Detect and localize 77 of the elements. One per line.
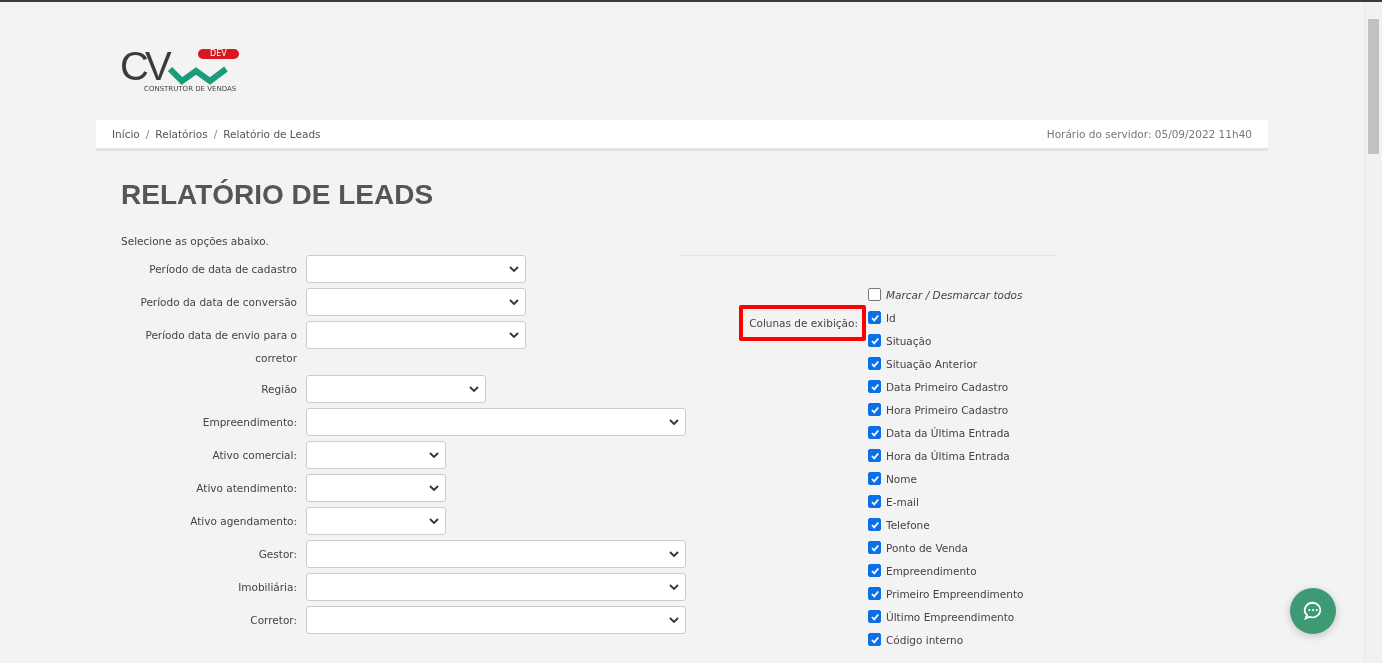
select-field[interactable] xyxy=(306,540,686,568)
checkbox-label: Marcar / Desmarcar todos xyxy=(886,288,1023,301)
checkbox-label: Último Empreendimento xyxy=(886,610,1015,623)
filter-label: Período de data de cadastro xyxy=(148,262,297,277)
select-field[interactable] xyxy=(306,474,446,502)
chat-bubble-icon xyxy=(1302,600,1324,622)
chat-button[interactable] xyxy=(1290,588,1336,634)
select-field[interactable] xyxy=(306,573,686,601)
select-field[interactable] xyxy=(306,288,526,316)
filter-label: Empreendimento: xyxy=(201,415,297,430)
chevron-down-icon xyxy=(509,332,519,338)
checkbox-label: Ponto de Venda xyxy=(886,541,968,554)
checkbox[interactable] xyxy=(868,587,881,600)
select-field[interactable] xyxy=(306,408,686,436)
checkbox-label: Id xyxy=(886,311,896,324)
checkbox[interactable] xyxy=(868,449,881,462)
checkbox[interactable] xyxy=(868,495,881,508)
checkbox-label: Código interno xyxy=(886,633,964,646)
checkbox-label: Telefone xyxy=(886,518,930,531)
chevron-down-icon xyxy=(429,485,439,491)
chevron-down-icon xyxy=(669,617,679,623)
checkbox-label: Hora da Última Entrada xyxy=(886,449,1010,462)
scrollbar[interactable] xyxy=(1364,2,1382,663)
filter-label: Corretor: xyxy=(249,613,297,628)
chevron-down-icon xyxy=(429,518,439,524)
breadcrumb-separator: / xyxy=(145,128,150,140)
columns-label: Colunas de exibição: xyxy=(739,305,866,341)
checkbox-label: E-mail xyxy=(886,495,919,508)
select-field[interactable] xyxy=(306,321,526,349)
filter-label: Ativo atendimento: xyxy=(195,481,297,496)
checkbox[interactable] xyxy=(868,311,881,324)
select-field[interactable] xyxy=(306,441,446,469)
filter-label: Gestor: xyxy=(257,547,297,562)
breadcrumb-separator: / xyxy=(213,128,218,140)
checkbox[interactable] xyxy=(868,564,881,577)
chevron-down-icon xyxy=(509,299,519,305)
checkbox-label: Data Primeiro Cadastro xyxy=(886,380,1009,393)
checkbox-label: Data da Última Entrada xyxy=(886,426,1010,439)
breadcrumb-link[interactable]: Relatórios xyxy=(155,128,208,140)
chevron-down-icon xyxy=(669,551,679,557)
checkbox[interactable] xyxy=(868,518,881,531)
checkbox[interactable] xyxy=(868,403,881,416)
checkbox[interactable] xyxy=(868,541,881,554)
server-time: Horário do servidor: 05/09/2022 11h40 xyxy=(1046,128,1252,140)
breadcrumb-link[interactable]: Início xyxy=(112,128,140,140)
chevron-down-icon xyxy=(669,584,679,590)
checkbox-label: Situação Anterior xyxy=(886,357,978,370)
checkbox-label: Nome xyxy=(886,472,917,485)
select-field[interactable] xyxy=(306,375,486,403)
checkbox[interactable] xyxy=(868,472,881,485)
select-field[interactable] xyxy=(306,255,526,283)
checkbox[interactable] xyxy=(868,357,881,370)
instructions-text: Selecione as opções abaixo. xyxy=(121,235,270,247)
checkbox-label: Primeiro Empreendimento xyxy=(886,587,1024,600)
filter-label: Ativo comercial: xyxy=(211,448,297,463)
filter-label: Imobiliária: xyxy=(237,580,297,595)
chevron-down-icon xyxy=(469,386,479,392)
chevron-down-icon xyxy=(669,419,679,425)
select-field[interactable] xyxy=(306,507,446,535)
page-title: RELATÓRIO DE LEADS xyxy=(121,179,435,211)
checkbox[interactable] xyxy=(868,288,881,301)
chevron-down-icon xyxy=(509,266,519,272)
checkbox[interactable] xyxy=(868,380,881,393)
filter-label: Ativo agendamento: xyxy=(189,514,297,529)
checkbox-label: Situação xyxy=(886,334,932,347)
checkbox[interactable] xyxy=(868,633,881,646)
filter-label: Região xyxy=(260,382,297,397)
chevron-down-icon xyxy=(429,452,439,458)
checkbox[interactable] xyxy=(868,426,881,439)
filter-label: Período da data de conversão xyxy=(139,295,297,310)
breadcrumb-link[interactable]: Relatório de Leads xyxy=(223,128,321,140)
select-field[interactable] xyxy=(306,606,686,634)
filter-label: Período data de envio para o corretor xyxy=(144,328,297,366)
checkbox-label: Hora Primeiro Cadastro xyxy=(886,403,1009,416)
checkbox-label: Empreendimento xyxy=(886,564,977,577)
checkbox[interactable] xyxy=(868,610,881,623)
checkbox[interactable] xyxy=(868,334,881,347)
